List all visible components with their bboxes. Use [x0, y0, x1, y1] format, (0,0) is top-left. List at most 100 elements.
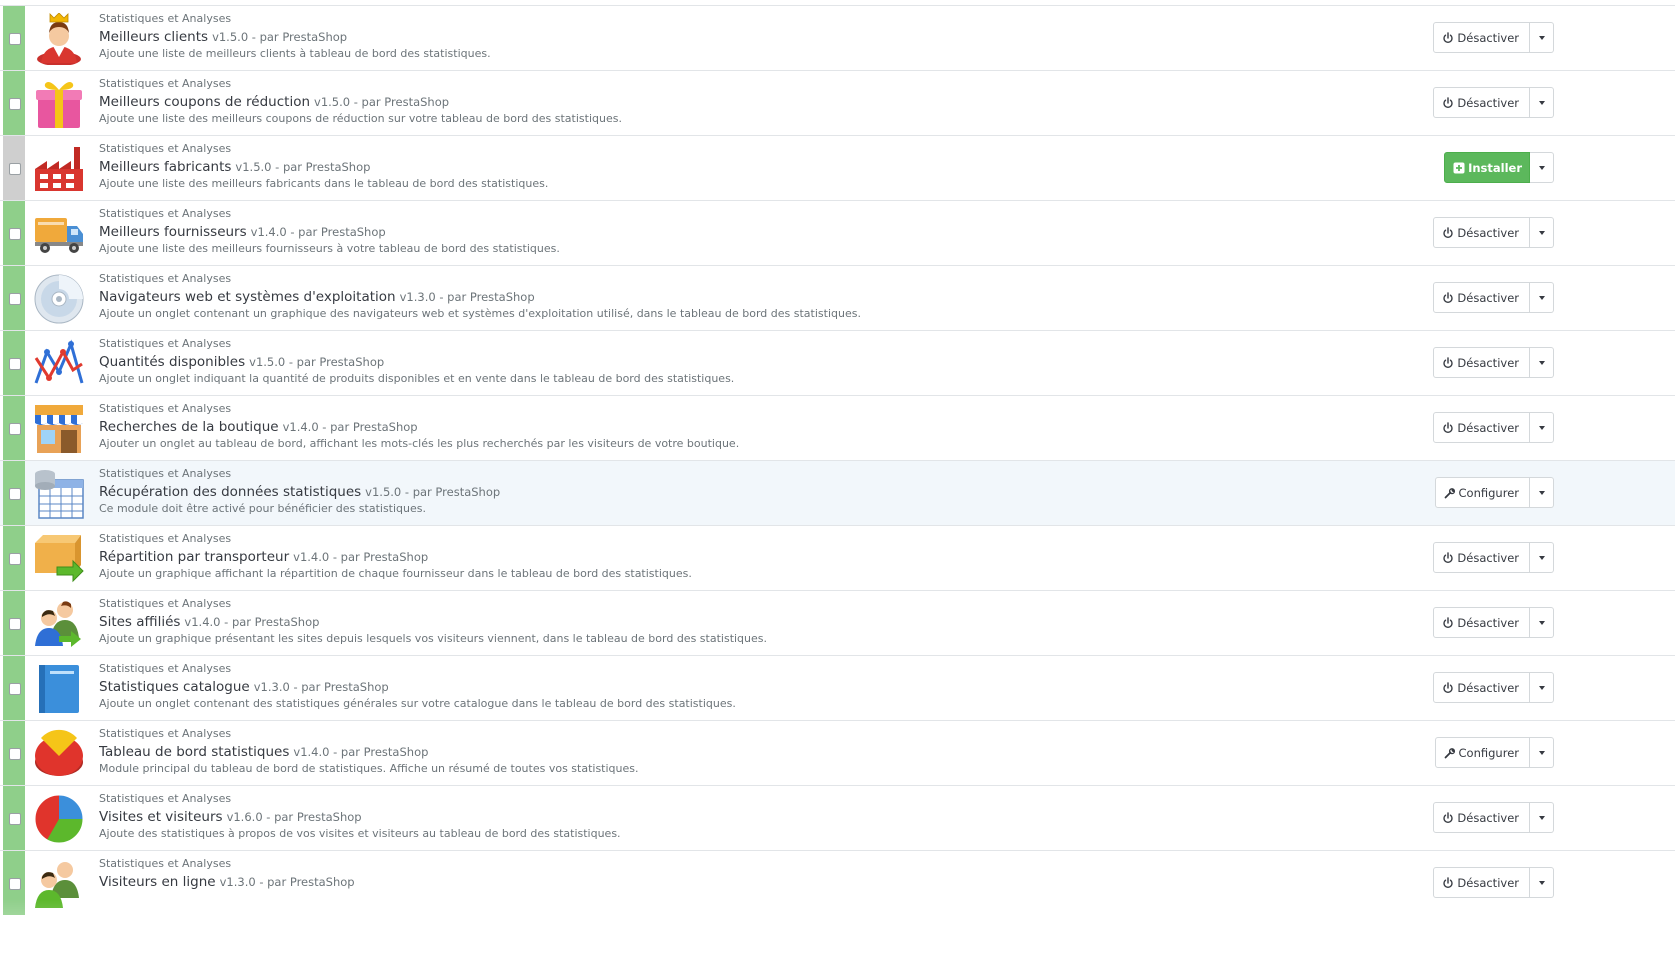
module-checkbox[interactable]: [9, 488, 21, 500]
action-label: Désactiver: [1457, 30, 1519, 45]
configure-button[interactable]: Configurer: [1434, 737, 1530, 768]
module-category: Statistiques et Analyses: [99, 337, 232, 350]
users-arrow-icon: [33, 598, 85, 650]
disable-button[interactable]: Désactiver: [1433, 282, 1530, 313]
action-dropdown-toggle[interactable]: [1530, 22, 1554, 53]
disable-button[interactable]: Désactiver: [1433, 87, 1530, 118]
disable-button[interactable]: Désactiver: [1433, 22, 1530, 53]
power-icon: [1442, 421, 1454, 434]
module-checkbox[interactable]: [9, 33, 21, 45]
module-row: Statistiques et Analyses Recherches de l…: [0, 395, 1675, 460]
action-label: Désactiver: [1457, 550, 1519, 565]
install-button[interactable]: Installer: [1444, 152, 1530, 183]
module-info: Statistiques et Analyses Tableau de bord…: [99, 725, 1525, 777]
caret-down-icon: [1538, 880, 1545, 885]
action-dropdown-toggle[interactable]: [1530, 347, 1554, 378]
disable-button[interactable]: Désactiver: [1433, 607, 1530, 638]
action-dropdown-toggle[interactable]: [1530, 412, 1554, 443]
module-row: Statistiques et Analyses Meilleurs clien…: [0, 5, 1675, 70]
module-action-group: Désactiver: [1433, 347, 1554, 378]
disable-button[interactable]: Désactiver: [1433, 347, 1530, 378]
module-description: Ce module doit être activé pour bénéfici…: [99, 502, 426, 515]
database-table-icon: [33, 468, 85, 520]
module-name: Répartition par transporteur: [99, 549, 290, 565]
module-checkbox[interactable]: [9, 683, 21, 695]
module-row: Statistiques et Analyses Visites et visi…: [0, 785, 1675, 850]
module-checkbox[interactable]: [9, 163, 21, 175]
module-checkbox[interactable]: [9, 228, 21, 240]
module-name: Recherches de la boutique: [99, 419, 279, 435]
module-description: [99, 890, 1525, 907]
module-action-group: Configurer: [1434, 477, 1554, 508]
module-description: Ajoute un onglet contenant des statistiq…: [99, 697, 736, 710]
wrench-icon: [1444, 487, 1456, 499]
disable-button[interactable]: Désactiver: [1433, 802, 1530, 833]
power-icon: [1442, 551, 1454, 564]
action-dropdown-toggle[interactable]: [1530, 87, 1554, 118]
module-version: v1.4.0 - par PrestaShop: [184, 615, 320, 629]
caret-down-icon: [1538, 815, 1545, 820]
action-label: Désactiver: [1457, 355, 1519, 370]
action-dropdown-toggle[interactable]: [1530, 477, 1554, 508]
action-dropdown-toggle[interactable]: [1530, 282, 1554, 313]
module-action-group: Désactiver: [1433, 282, 1554, 313]
module-checkbox[interactable]: [9, 98, 21, 110]
module-checkbox[interactable]: [9, 423, 21, 435]
box-arrow-icon: [33, 533, 85, 585]
action-dropdown-toggle[interactable]: [1530, 217, 1554, 248]
power-icon: [1442, 876, 1454, 889]
disable-button[interactable]: Désactiver: [1433, 672, 1530, 703]
action-dropdown-toggle[interactable]: [1530, 867, 1554, 898]
module-name: Meilleurs fournisseurs: [99, 224, 247, 240]
action-dropdown-toggle[interactable]: [1530, 607, 1554, 638]
module-checkbox[interactable]: [9, 618, 21, 630]
disable-button[interactable]: Désactiver: [1433, 867, 1530, 898]
module-list: Statistiques et Analyses Meilleurs clien…: [0, 5, 1675, 915]
shop-icon: [33, 403, 85, 455]
disable-button[interactable]: Désactiver: [1433, 542, 1530, 573]
module-description: Ajoute une liste des meilleurs fabricant…: [99, 177, 549, 190]
module-row: Statistiques et Analyses Récupération de…: [0, 460, 1675, 525]
action-label: Désactiver: [1457, 680, 1519, 695]
pie-chart-red-icon: [33, 728, 85, 780]
action-label: Désactiver: [1457, 95, 1519, 110]
module-info: Statistiques et Analyses Meilleurs coupo…: [99, 75, 1525, 127]
module-checkbox[interactable]: [9, 358, 21, 370]
module-row: Statistiques et Analyses Tableau de bord…: [0, 720, 1675, 785]
action-dropdown-toggle[interactable]: [1530, 152, 1554, 183]
configure-button[interactable]: Configurer: [1434, 477, 1530, 508]
module-checkbox[interactable]: [9, 878, 21, 890]
module-category: Statistiques et Analyses: [99, 597, 232, 610]
module-name: Quantités disponibles: [99, 354, 246, 370]
module-action-group: Désactiver: [1433, 542, 1554, 573]
module-category: Statistiques et Analyses: [99, 467, 232, 480]
power-icon: [1442, 616, 1454, 629]
action-dropdown-toggle[interactable]: [1530, 802, 1554, 833]
caret-down-icon: [1538, 295, 1545, 300]
module-category: Statistiques et Analyses: [99, 792, 232, 805]
disable-button[interactable]: Désactiver: [1433, 217, 1530, 248]
module-checkbox[interactable]: [9, 748, 21, 760]
module-name: Meilleurs clients: [99, 29, 209, 45]
module-version: v1.4.0 - par PrestaShop: [293, 745, 429, 759]
power-icon: [1442, 291, 1454, 304]
module-version: v1.4.0 - par PrestaShop: [282, 420, 418, 434]
action-label: Installer: [1468, 160, 1522, 175]
module-action-group: Désactiver: [1433, 217, 1554, 248]
action-dropdown-toggle[interactable]: [1530, 542, 1554, 573]
module-description: Ajouter un onglet au tableau de bord, af…: [99, 437, 740, 450]
module-action-group: Désactiver: [1433, 87, 1554, 118]
module-checkbox[interactable]: [9, 293, 21, 305]
module-description: Ajoute un graphique présentant les sites…: [99, 632, 768, 645]
module-checkbox[interactable]: [9, 813, 21, 825]
action-label: Désactiver: [1457, 810, 1519, 825]
line-chart-icon: [33, 338, 85, 390]
action-dropdown-toggle[interactable]: [1530, 737, 1554, 768]
action-label: Désactiver: [1457, 225, 1519, 240]
action-dropdown-toggle[interactable]: [1530, 672, 1554, 703]
module-checkbox[interactable]: [9, 553, 21, 565]
power-icon: [1442, 226, 1454, 239]
disable-button[interactable]: Désactiver: [1433, 412, 1530, 443]
caret-down-icon: [1538, 35, 1545, 40]
module-action-group: Désactiver: [1433, 22, 1554, 53]
